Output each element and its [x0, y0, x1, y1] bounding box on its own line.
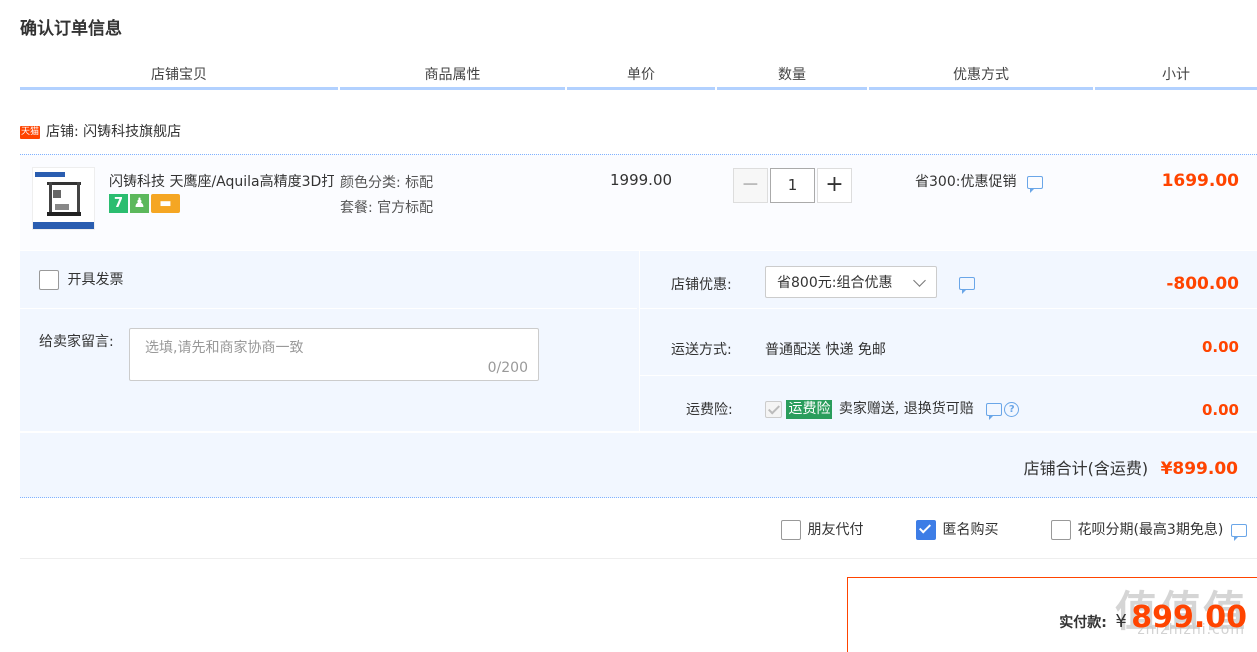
comment-icon[interactable] — [986, 402, 1003, 420]
shop-discount-row: 店铺优惠: 省800元:组合优惠 -800.00 — [640, 251, 1257, 309]
payment-label: 实付款: — [1059, 615, 1107, 631]
col-shop-item: 店铺宝贝 — [20, 64, 338, 90]
shop-total: 店铺合计(含运费) ¥899.00 — [1024, 455, 1238, 479]
printer-image-icon — [33, 172, 94, 229]
col-subtotal: 小计 — [1095, 64, 1257, 90]
huabei-checkbox[interactable] — [1051, 520, 1071, 540]
anonymous-checkbox[interactable] — [916, 520, 936, 540]
insurance-row: 运费险: 运费险 卖家赠送, 退换货可赔 ? 0.00 — [640, 376, 1257, 431]
shop-discount-value: 省800元:组合优惠 — [777, 275, 893, 291]
message-section: 给卖家留言: 选填,请先和商家协商一致 0/200 — [20, 309, 637, 431]
col-discount: 优惠方式 — [869, 64, 1093, 90]
unit-price: 1999.00 — [610, 171, 673, 189]
attr-package: 套餐: 官方标配 — [340, 200, 434, 216]
anonymous-label: 匿名购买 — [942, 522, 999, 538]
shipping-row: 运送方式: 普通配送 快递 免邮 0.00 — [640, 309, 1257, 376]
promo-info: 省300:优惠促销 — [915, 171, 1043, 193]
qty-minus-button[interactable]: − — [733, 168, 768, 203]
comment-icon[interactable] — [1026, 175, 1043, 193]
friend-pay-checkbox[interactable] — [781, 520, 801, 540]
chevron-down-icon — [913, 274, 926, 287]
invoice-checkbox[interactable] — [39, 270, 59, 290]
seller-message-input[interactable]: 选填,请先和商家协商一致 0/200 — [129, 328, 539, 381]
shop-discount-select[interactable]: 省800元:组合优惠 — [765, 266, 937, 298]
payment-summary-box: 值值值 zhizhizhi.com 实付款: ¥ 899.00 — [847, 577, 1257, 652]
shipping-amount: 0.00 — [1201, 338, 1239, 356]
payment-currency: ¥ — [1115, 611, 1127, 632]
seven-day-return-icon[interactable]: 7 — [109, 194, 128, 213]
android-guarantee-icon[interactable]: ♟ — [130, 194, 149, 213]
item-title-link[interactable]: 闪铸科技 天鹰座/Aquila高精度3D打印机 — [109, 171, 334, 191]
page-title: 确认订单信息 — [20, 19, 122, 39]
shop-name[interactable]: 店铺: 闪铸科技旗舰店 — [46, 124, 181, 140]
shipping-value: 普通配送 快递 免邮 — [765, 342, 886, 358]
col-quantity: 数量 — [717, 64, 867, 90]
message-placeholder: 选填,请先和商家协商一致 — [145, 340, 304, 356]
payment-options-row: 朋友代付 匿名购买 花呗分期(最高3期免息) — [20, 498, 1257, 559]
shipping-label: 运送方式: — [671, 342, 732, 358]
message-counter: 0/200 — [487, 360, 528, 376]
shop-discount-amount: -800.00 — [1166, 274, 1239, 294]
shop-discount-label: 店铺优惠: — [671, 277, 732, 293]
shop-total-label: 店铺合计(含运费) — [1023, 459, 1149, 478]
insurance-desc: 卖家赠送, 退换货可赔 — [838, 401, 974, 417]
huabei-label: 花呗分期(最高3期免息) — [1077, 522, 1224, 538]
help-icon[interactable]: ? — [1004, 401, 1020, 417]
qty-input[interactable]: 1 — [770, 168, 815, 203]
friend-pay-label: 朋友代付 — [807, 522, 864, 538]
table-header: 店铺宝贝 商品属性 单价 数量 优惠方式 小计 — [20, 64, 1257, 90]
invoice-option[interactable]: 开具发票 — [39, 269, 123, 290]
comment-icon[interactable] — [959, 277, 975, 294]
friend-pay-option[interactable]: 朋友代付 — [781, 519, 863, 540]
insurance-amount: 0.00 — [1201, 401, 1239, 419]
order-item-row: 闪铸科技 天鹰座/Aquila高精度3D打印机 7♟▬ 颜色分类: 标配 套餐:… — [20, 154, 1257, 250]
col-unit-price: 单价 — [567, 64, 715, 90]
insurance-label: 运费险: — [686, 402, 733, 418]
service-icons: 7 ♟ ▬ — [109, 194, 182, 214]
insurance-info: 运费险 卖家赠送, 退换货可赔 ? — [765, 398, 1020, 420]
shop-total-amount: ¥899.00 — [1160, 459, 1238, 479]
pricing-section: 店铺优惠: 省800元:组合优惠 -800.00 运送方式: 普通配送 快递 免… — [639, 251, 1257, 431]
shop-line: 天猫 店铺: 闪铸科技旗舰店 — [20, 122, 181, 142]
payment-amount: 899.00 — [1131, 600, 1247, 635]
order-options-panel: 开具发票 给卖家留言: 选填,请先和商家协商一致 0/200 店铺优惠: 省80… — [20, 251, 1257, 431]
tmall-icon: 天猫 — [20, 125, 40, 139]
credit-card-icon[interactable]: ▬ — [151, 194, 180, 213]
huabei-option[interactable]: 花呗分期(最高3期免息) — [1051, 519, 1247, 541]
promo-text: 省300:优惠促销 — [915, 174, 1017, 190]
invoice-section: 开具发票 — [20, 251, 637, 309]
shop-total-row: 店铺合计(含运费) ¥899.00 — [20, 433, 1257, 498]
anonymous-option[interactable]: 匿名购买 — [916, 519, 998, 540]
product-thumbnail[interactable] — [32, 167, 95, 230]
comment-icon[interactable] — [1230, 523, 1247, 541]
invoice-label: 开具发票 — [67, 272, 124, 288]
qty-plus-button[interactable]: + — [817, 168, 852, 203]
item-subtotal: 1699.00 — [1161, 171, 1239, 191]
insurance-tag: 运费险 — [786, 400, 833, 419]
payment-total: 实付款: ¥ 899.00 — [1059, 600, 1247, 635]
message-label: 给卖家留言: — [39, 334, 114, 350]
col-attributes: 商品属性 — [340, 64, 565, 90]
insurance-checkbox — [765, 400, 782, 418]
attr-color: 颜色分类: 标配 — [340, 175, 434, 191]
